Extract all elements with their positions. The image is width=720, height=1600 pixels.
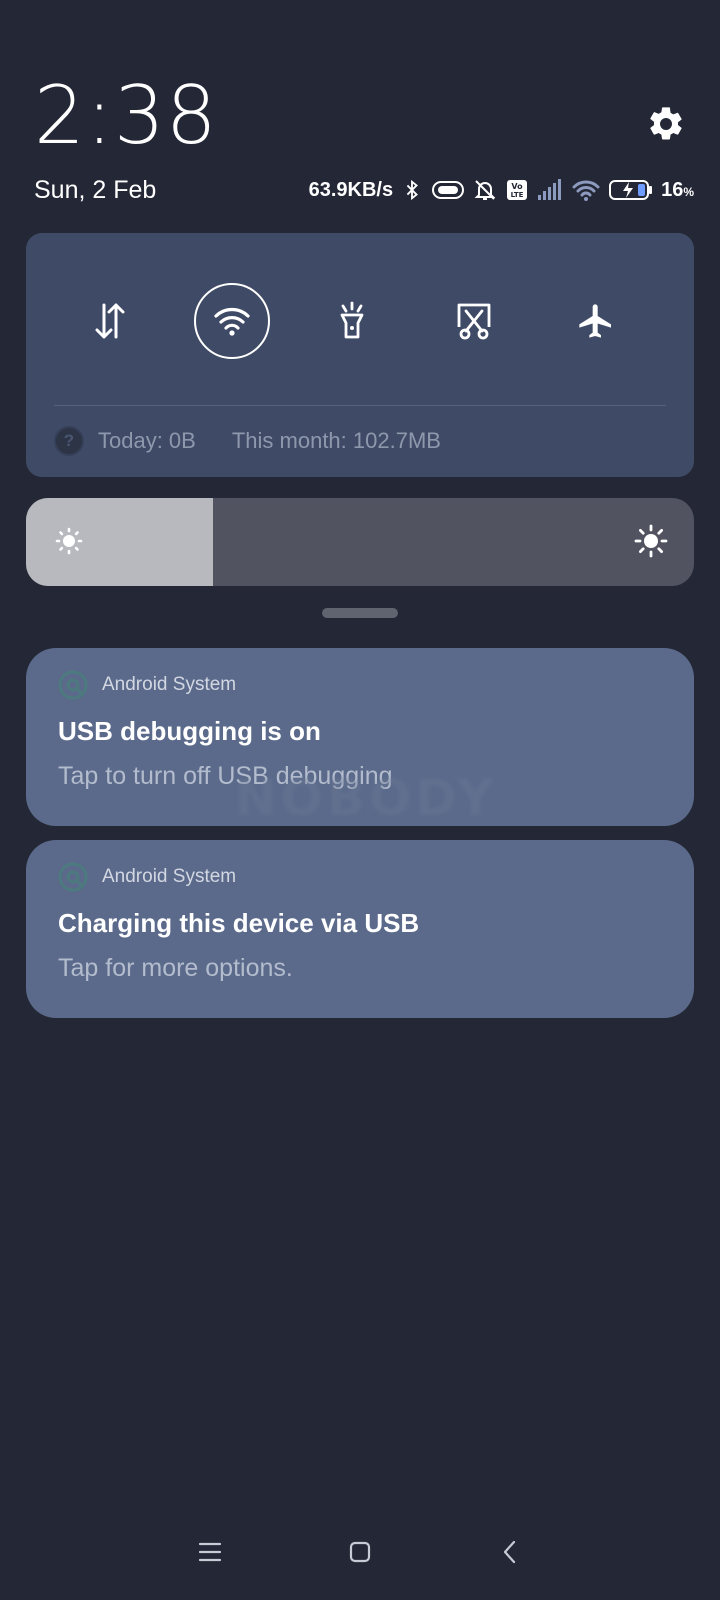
data-usage-row[interactable]: ? Today: 0B This month: 102.7MB <box>54 423 441 459</box>
chevron-left-icon <box>503 1540 516 1564</box>
gear-icon <box>650 107 682 140</box>
svg-text:Vo: Vo <box>511 182 523 191</box>
clock-time[interactable]: 2:38 <box>34 68 218 164</box>
recents-button[interactable] <box>180 1522 240 1582</box>
notification-text: Tap for more options. <box>58 954 293 982</box>
android-system-icon <box>58 670 88 700</box>
wifi-icon <box>214 308 250 336</box>
brightness-high-icon <box>634 524 668 558</box>
silent-bell-icon <box>474 180 496 200</box>
notification-app-row: Android System <box>58 670 236 700</box>
data-month: This month: 102.7MB <box>231 428 441 453</box>
notification-usb-charging[interactable]: Android System Charging this device via … <box>26 840 694 1018</box>
help-circle-icon: ? <box>54 426 84 456</box>
bluetooth-icon <box>406 179 419 201</box>
wifi-icon <box>572 180 600 201</box>
screenshot-scissors-icon <box>457 303 491 340</box>
battery-charging-icon <box>609 180 653 200</box>
notification-app-row: Android System <box>58 862 236 892</box>
notification-title: USB debugging is on <box>58 716 321 746</box>
airplane-icon <box>579 304 611 338</box>
qs-divider <box>54 405 666 406</box>
signal-icon <box>538 179 562 200</box>
android-system-icon <box>58 862 88 892</box>
mobile-data-toggle[interactable] <box>72 283 148 359</box>
quick-settings-panel: ? Today: 0B This month: 102.7MB <box>26 233 694 477</box>
brightness-low-icon <box>55 527 83 555</box>
date-label[interactable]: Sun, 2 Feb <box>34 175 156 205</box>
settings-button[interactable] <box>640 98 692 150</box>
data-arrows-icon <box>95 303 125 339</box>
flashlight-toggle[interactable] <box>314 283 390 359</box>
notification-app-name: Android System <box>102 866 237 887</box>
screenshot-toggle[interactable] <box>436 283 512 359</box>
brightness-slider[interactable] <box>26 498 694 586</box>
watermark: NOBODY <box>234 769 498 827</box>
notification-app-name: Android System <box>102 674 237 695</box>
flashlight-icon <box>340 301 364 339</box>
drag-handle[interactable] <box>322 608 398 618</box>
back-button[interactable] <box>480 1522 540 1582</box>
menu-lines-icon <box>198 1542 222 1562</box>
airplane-mode-toggle[interactable] <box>558 283 634 359</box>
wifi-toggle[interactable] <box>194 283 270 359</box>
square-home-icon <box>349 1541 371 1563</box>
vibrate-icon <box>432 181 465 199</box>
volte-icon: Vo LTE <box>507 180 528 200</box>
status-bar: 63.9KB/s Vo LTE 16% <box>309 174 694 206</box>
data-today: Today: 0B <box>98 428 196 453</box>
home-button[interactable] <box>330 1522 390 1582</box>
network-speed: 63.9KB/s <box>308 178 394 201</box>
svg-text:LTE: LTE <box>511 191 524 199</box>
notification-title: Charging this device via USB <box>58 908 420 938</box>
battery-percent: 16% <box>661 178 694 201</box>
